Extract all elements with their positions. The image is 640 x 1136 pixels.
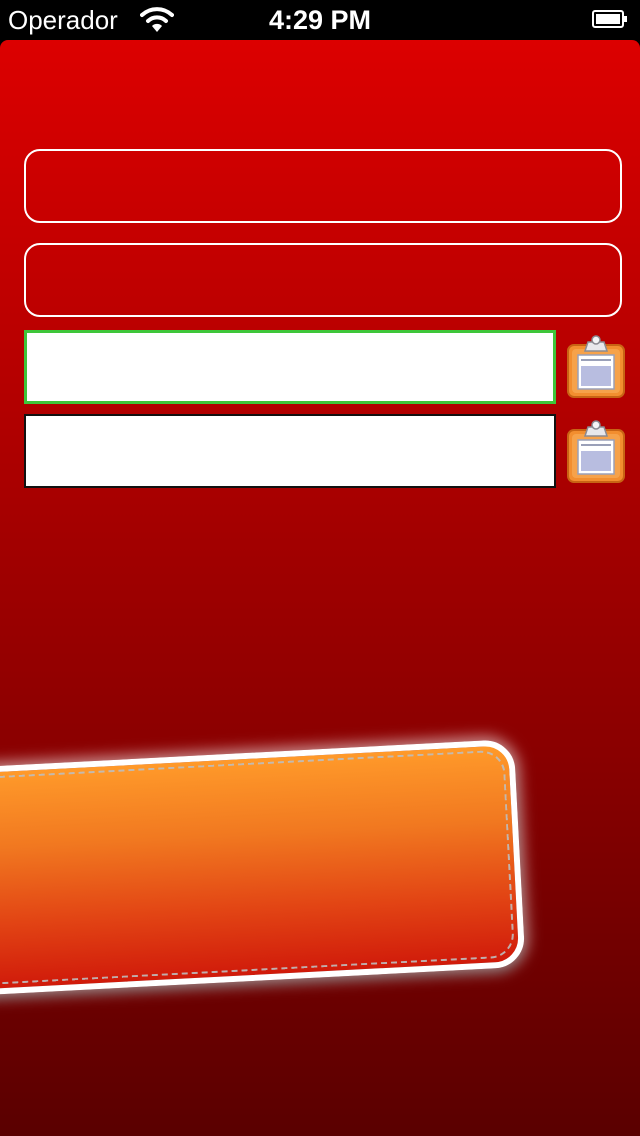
paste-button-1[interactable] — [566, 335, 626, 399]
text-field-1[interactable] — [24, 149, 622, 223]
text-field-3[interactable] — [24, 330, 556, 404]
action-button-stitch — [0, 749, 516, 987]
clipboard-icon — [567, 420, 625, 483]
paste-button-2[interactable] — [566, 420, 626, 484]
status-time: 4:29 PM — [268, 5, 372, 35]
text-field-4[interactable] — [24, 414, 556, 488]
main-screen — [0, 40, 640, 1136]
text-field-2[interactable] — [24, 243, 622, 317]
status-bar: Operador 4:29 PM — [0, 0, 640, 40]
battery-icon — [592, 10, 627, 28]
action-button[interactable] — [0, 738, 526, 998]
clipboard-icon — [567, 335, 625, 398]
